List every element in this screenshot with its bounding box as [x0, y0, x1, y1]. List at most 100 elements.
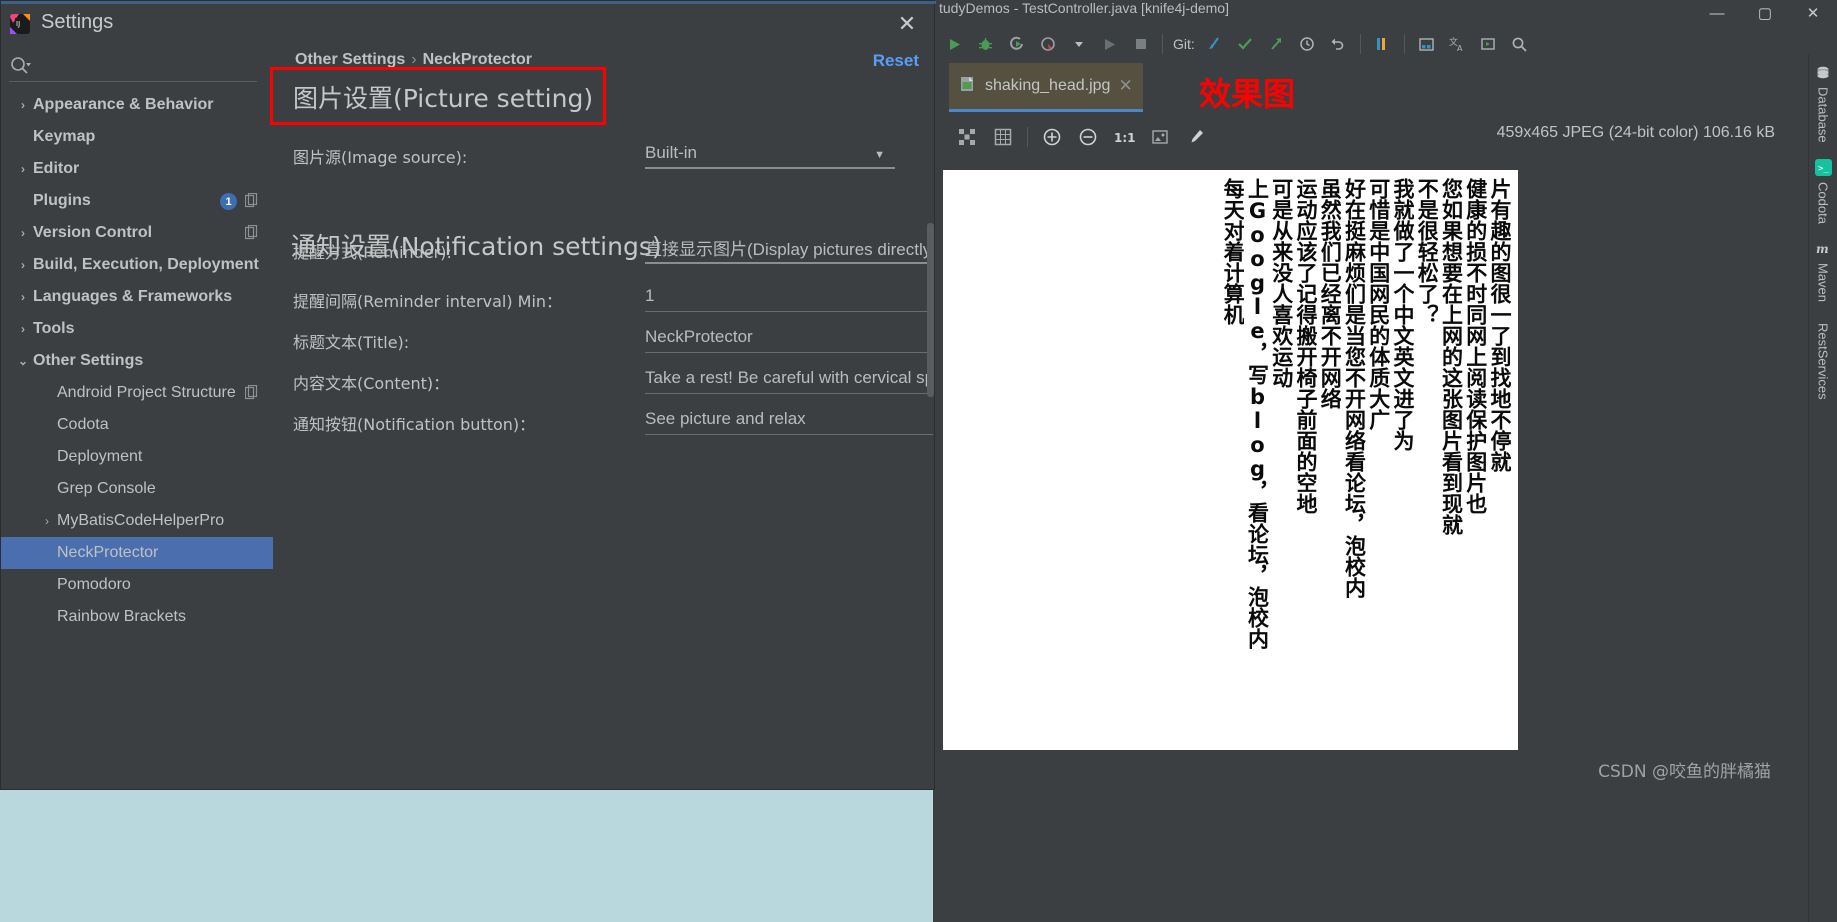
sidebar-item-pomodoro[interactable]: Pomodoro	[1, 569, 273, 601]
image-file-icon	[959, 75, 977, 98]
console-icon[interactable]	[1473, 29, 1504, 59]
codota-icon: >_	[1814, 159, 1832, 177]
annotation-effect-label: 效果图	[1199, 75, 1296, 113]
title-label: 标题文本(Title):	[293, 333, 410, 352]
fit-icon[interactable]	[949, 122, 985, 152]
settings-search[interactable]	[1, 51, 273, 82]
sidebar-item-plugins[interactable]: Plugins 1	[1, 185, 273, 217]
copy-settings-icon[interactable]	[244, 192, 259, 209]
tool-window-rail: Database >_ Codota m Maven RestServices	[1808, 54, 1837, 922]
project-structure-icon[interactable]	[1411, 29, 1442, 59]
copy-settings-icon[interactable]	[244, 384, 259, 401]
sidebar-item-android-project-structure[interactable]: Android Project Structure	[1, 377, 273, 409]
image-source-select[interactable]: Built-in ▼	[645, 138, 895, 169]
profile-icon[interactable]	[1032, 29, 1063, 59]
sidebar-item-rainbow-brackets[interactable]: Rainbow Brackets	[1, 601, 273, 633]
fit-to-window-icon[interactable]	[1142, 122, 1178, 152]
svg-text:>_: >_	[1818, 164, 1829, 174]
sidebar-item-mybatiscodehelperpro[interactable]: › MyBatisCodeHelperPro	[1, 505, 273, 537]
dialog-accent-bar	[1, 1, 936, 4]
editor-tabstrip: shaking_head.jpg ✕ 效果图	[949, 63, 1837, 115]
breadcrumb-root[interactable]: Other Settings	[295, 51, 405, 68]
sidebar-item-label: Tools	[33, 320, 75, 337]
dialog-close-icon[interactable]: ✕	[894, 11, 920, 37]
title-input[interactable]: NeckProtector	[645, 322, 933, 353]
sidebar-item-appearance-behavior[interactable]: › Appearance & Behavior	[1, 89, 273, 121]
history-icon[interactable]	[1292, 29, 1323, 59]
sidebar-item-tools[interactable]: › Tools	[1, 313, 273, 345]
rail-item-maven[interactable]: m Maven	[1809, 230, 1837, 308]
chevron-down-icon[interactable]: ⌄	[13, 354, 33, 368]
image-text-column: 健康的损不时同网上阅读保护图片也	[1464, 178, 1487, 514]
bookmark-icon[interactable]	[1367, 29, 1398, 59]
copy-settings-icon[interactable]	[244, 224, 259, 241]
git-commit-icon[interactable]	[1230, 29, 1261, 59]
rail-item-database[interactable]: Database	[1809, 54, 1837, 149]
chevron-right-icon[interactable]: ›	[13, 290, 33, 304]
zoom-in-icon[interactable]	[1034, 122, 1070, 152]
svg-text:A: A	[1457, 44, 1463, 53]
close-icon[interactable]: ✕	[1789, 0, 1837, 26]
sidebar-item-other-settings[interactable]: ⌄ Other Settings	[1, 345, 273, 377]
rollback-icon[interactable]	[1323, 29, 1354, 59]
plugins-update-badge: 1	[220, 193, 237, 210]
content-scrollbar-thumb[interactable]	[927, 223, 934, 397]
notification-button-label: 通知按钮(Notification button)：	[293, 415, 536, 434]
chevron-right-icon[interactable]: ›	[13, 162, 33, 176]
zoom-out-icon[interactable]	[1070, 122, 1106, 152]
sidebar-item-label: Build, Execution, Deployment	[33, 256, 259, 273]
svg-text:1:1: 1:1	[1114, 131, 1136, 145]
run-with-coverage-icon[interactable]	[1001, 29, 1032, 59]
sidebar-item-grep-console[interactable]: Grep Console	[1, 473, 273, 505]
chevron-right-icon[interactable]: ›	[13, 226, 33, 240]
reminder-select[interactable]: 直接显示图片(Display pictures directly)	[645, 233, 933, 264]
rail-item-restservices[interactable]: RestServices	[1809, 308, 1837, 406]
sidebar-item-label: Version Control	[33, 224, 153, 241]
stop-icon[interactable]	[1125, 29, 1156, 59]
debug-icon[interactable]	[970, 29, 1001, 59]
chevron-down-icon[interactable]: ▼	[874, 149, 885, 161]
interval-input[interactable]: 1	[645, 281, 933, 312]
search-input[interactable]	[37, 55, 251, 79]
sidebar-item-build-execution-deployment[interactable]: › Build, Execution, Deployment	[1, 249, 273, 281]
actual-size-icon[interactable]: 1:1	[1106, 122, 1142, 152]
dialog-titlebar: IJ Settings ✕	[1, 5, 936, 45]
sidebar-item-neckprotector[interactable]: NeckProtector	[1, 537, 273, 569]
sidebar-item-label: Codota	[57, 416, 109, 433]
notification-button-input[interactable]: See picture and relax	[645, 404, 933, 435]
sidebar-item-keymap[interactable]: Keymap	[1, 121, 273, 153]
sidebar-item-deployment[interactable]: Deployment	[1, 441, 273, 473]
sidebar-item-codota[interactable]: Codota	[1, 409, 273, 441]
shaking-head-image: 片有趣的图很一了到找地不停就 健康的损不时同网上阅读保护图片也 您如果想要在上网…	[943, 170, 1518, 750]
run-icon[interactable]	[939, 29, 970, 59]
rail-item-codota[interactable]: >_ Codota	[1809, 149, 1837, 230]
color-picker-icon[interactable]	[1178, 122, 1214, 152]
dropdown-caret-icon[interactable]	[1063, 29, 1094, 59]
git-update-icon[interactable]	[1199, 29, 1230, 59]
image-canvas-padding	[1518, 164, 1831, 754]
chevron-right-icon[interactable]: ›	[37, 514, 57, 528]
git-push-icon[interactable]	[1261, 29, 1292, 59]
editor-tab-shaking-head[interactable]: shaking_head.jpg ✕	[949, 63, 1143, 112]
chevron-right-icon[interactable]: ›	[13, 98, 33, 112]
sidebar-item-languages-frameworks[interactable]: › Languages & Frameworks	[1, 281, 273, 313]
chevron-right-icon[interactable]: ›	[13, 322, 33, 336]
rail-label-database: Database	[1815, 87, 1831, 143]
run-alt-icon[interactable]	[1094, 29, 1125, 59]
translate-icon[interactable]: 文A	[1442, 29, 1473, 59]
minimize-icon[interactable]: —	[1693, 0, 1741, 26]
sidebar-item-editor[interactable]: › Editor	[1, 153, 273, 185]
grid-icon[interactable]	[985, 122, 1021, 152]
chevron-right-icon[interactable]: ›	[13, 258, 33, 272]
content-input[interactable]: Take a rest! Be careful with cervical sp…	[645, 363, 933, 394]
ide-toolbar: Git: 文A	[933, 26, 1837, 62]
search-everywhere-icon[interactable]	[1504, 29, 1535, 59]
image-text-column: 每天对着计算机	[1222, 178, 1245, 325]
maven-icon: m	[1814, 240, 1832, 258]
maximize-icon[interactable]: ▢	[1741, 0, 1789, 26]
sidebar-item-version-control[interactable]: › Version Control	[1, 217, 273, 249]
image-text-column: 片有趣的图很一了到找地不停就	[1488, 178, 1511, 472]
editor-tab-close-icon[interactable]: ✕	[1118, 76, 1132, 96]
settings-content-pane: Other Settings › NeckProtector Reset 图片设置(…	[270, 45, 936, 791]
reset-link[interactable]: Reset	[873, 51, 919, 71]
